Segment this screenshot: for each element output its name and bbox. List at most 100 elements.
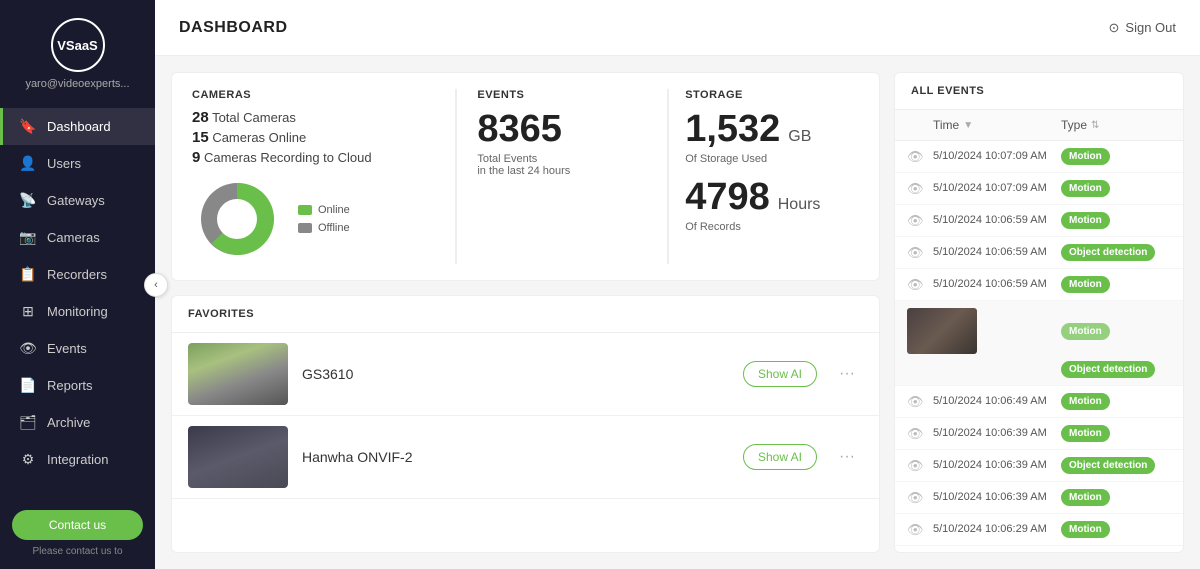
sidebar-item-recorders[interactable]: 📋 Recorders <box>0 256 155 293</box>
stats-row: CAMERAS 28 Total Cameras 15 Cameras Onli… <box>171 72 880 281</box>
favorite-thumb-0 <box>188 343 288 405</box>
events-stat-label: EVENTS <box>477 89 651 101</box>
sidebar-item-archive[interactable]: 🗂 Archive <box>0 404 155 441</box>
records-unit: Hours <box>778 196 821 214</box>
sort-icon[interactable]: ▼ <box>963 120 973 131</box>
recording-cameras: 9 Cameras Recording to Cloud <box>192 149 435 166</box>
sidebar: VSaaS yaro@videoexperts... 🔖 Dashboard 👤… <box>0 0 155 569</box>
topbar: DASHBOARD ⊙ Sign Out <box>155 0 1200 56</box>
reports-icon: 📄 <box>19 377 37 394</box>
cameras-icon: 📷 <box>19 229 37 246</box>
sidebar-item-events[interactable]: 👁 Events <box>0 330 155 367</box>
events-big-number: 8365 <box>477 109 651 151</box>
time-column-header: Time ▼ <box>933 118 1061 132</box>
logo: VSaaS <box>51 18 105 72</box>
sidebar-label-integration: Integration <box>47 452 108 467</box>
event-row-4: 👁 5/10/2024 10:06:59 AM Motion <box>895 269 1183 301</box>
legend-online: Online <box>298 204 350 216</box>
signout-button[interactable]: ⊙ Sign Out <box>1109 20 1177 36</box>
event-time-6: 5/10/2024 10:06:49 AM <box>933 394 1061 409</box>
eye-icon-0[interactable]: 👁 <box>907 149 933 165</box>
show-ai-button-0[interactable]: Show AI <box>743 361 817 387</box>
eye-icon-2[interactable]: 👁 <box>907 213 933 229</box>
gateways-icon: 📡 <box>19 192 37 209</box>
signout-label: Sign Out <box>1125 20 1176 35</box>
event-row-1: 👁 5/10/2024 10:07:09 AM Motion <box>895 173 1183 205</box>
online-cameras: 15 Cameras Online <box>192 129 435 146</box>
event-thumbnail-5 <box>907 308 977 354</box>
sidebar-label-events: Events <box>47 341 87 356</box>
legend-online-label: Online <box>318 204 350 216</box>
sidebar-item-gateways[interactable]: 📡 Gateways <box>0 182 155 219</box>
cameras-pie-chart <box>192 174 282 264</box>
event-type-8: Object detection <box>1061 457 1171 474</box>
sidebar-label-gateways: Gateways <box>47 193 105 208</box>
eye-icon-1[interactable]: 👁 <box>907 181 933 197</box>
event-type-1: Motion <box>1061 180 1171 197</box>
eye-icon-7[interactable]: 👁 <box>907 426 933 442</box>
sidebar-item-users[interactable]: 👤 Users <box>0 145 155 182</box>
page-title: DASHBOARD <box>179 19 288 37</box>
event-time-4: 5/10/2024 10:06:59 AM <box>933 277 1061 292</box>
storage-sub: Of Storage Used <box>685 153 859 165</box>
sidebar-label-reports: Reports <box>47 378 93 393</box>
left-panel: CAMERAS 28 Total Cameras 15 Cameras Onli… <box>171 72 880 553</box>
favorite-name-0: GS3610 <box>302 366 729 382</box>
eye-icon-3[interactable]: 👁 <box>907 245 933 261</box>
sidebar-item-dashboard[interactable]: 🔖 Dashboard <box>0 108 155 145</box>
sidebar-label-users: Users <box>47 156 81 171</box>
event-row-5: Motion Object detection <box>895 301 1183 386</box>
sidebar-logo: VSaaS yaro@videoexperts... <box>0 0 155 100</box>
event-time-9: 5/10/2024 10:06:39 AM <box>933 490 1061 505</box>
sidebar-label-recorders: Recorders <box>47 267 107 282</box>
more-options-button-0[interactable]: ··· <box>831 361 863 387</box>
event-type-2: Motion <box>1061 212 1171 229</box>
users-icon: 👤 <box>19 155 37 172</box>
records-number: 4798 <box>685 177 770 219</box>
events-table-header: Time ▼ Type ⇅ <box>895 110 1183 141</box>
event-type-7: Motion <box>1061 425 1171 442</box>
legend-offline-label: Offline <box>318 222 350 234</box>
sidebar-label-archive: Archive <box>47 415 90 430</box>
content-area: CAMERAS 28 Total Cameras 15 Cameras Onli… <box>155 56 1200 569</box>
eye-icon-6[interactable]: 👁 <box>907 394 933 410</box>
event-type-10: Motion <box>1061 521 1171 538</box>
event-row-2: 👁 5/10/2024 10:06:59 AM Motion <box>895 205 1183 237</box>
storage-unit: GB <box>788 128 811 146</box>
cameras-stat: CAMERAS 28 Total Cameras 15 Cameras Onli… <box>192 89 456 264</box>
sidebar-nav: 🔖 Dashboard 👤 Users 📡 Gateways 📷 Cameras… <box>0 100 155 498</box>
event-time-3: 5/10/2024 10:06:59 AM <box>933 245 1061 260</box>
main-content: DASHBOARD ⊙ Sign Out CAMERAS 28 Total Ca… <box>155 0 1200 569</box>
type-column-header: Type ⇅ <box>1061 118 1171 132</box>
sidebar-item-integration[interactable]: ⚙ Integration <box>0 441 155 478</box>
favorite-name-1: Hanwha ONVIF-2 <box>302 449 729 465</box>
user-email: yaro@videoexperts... <box>25 78 129 90</box>
events-list: 👁 5/10/2024 10:07:09 AM Motion 👁 5/10/20… <box>895 141 1183 552</box>
all-events-header: ALL EVENTS <box>895 73 1183 110</box>
eye-icon-9[interactable]: 👁 <box>907 490 933 506</box>
type-sort-icon[interactable]: ⇅ <box>1091 120 1099 131</box>
sidebar-item-reports[interactable]: 📄 Reports <box>0 367 155 404</box>
sidebar-label-cameras: Cameras <box>47 230 100 245</box>
records-sub: Of Records <box>685 221 859 233</box>
event-row-9: 👁 5/10/2024 10:06:39 AM Motion <box>895 482 1183 514</box>
cameras-legend: Online Offline <box>298 204 350 234</box>
eye-icon-8[interactable]: 👁 <box>907 458 933 474</box>
legend-offline: Offline <box>298 222 350 234</box>
sidebar-item-cameras[interactable]: 📷 Cameras <box>0 219 155 256</box>
recorders-icon: 📋 <box>19 266 37 283</box>
show-ai-button-1[interactable]: Show AI <box>743 444 817 470</box>
event-row-0: 👁 5/10/2024 10:07:09 AM Motion <box>895 141 1183 173</box>
event-type-5b: Object detection <box>1061 361 1171 378</box>
more-options-button-1[interactable]: ··· <box>831 444 863 470</box>
sidebar-collapse-button[interactable]: ‹ <box>144 273 168 297</box>
event-type-0: Motion <box>1061 148 1171 165</box>
eye-icon-10[interactable]: 👁 <box>907 522 933 538</box>
contact-button[interactable]: Contact us <box>12 510 143 540</box>
favorite-item-0: GS3610 Show AI ··· <box>172 333 879 416</box>
sidebar-item-monitoring[interactable]: ⊞ Monitoring <box>0 293 155 330</box>
total-cameras: 28 Total Cameras <box>192 109 435 126</box>
cameras-label: CAMERAS <box>192 89 435 101</box>
eye-icon-4[interactable]: 👁 <box>907 277 933 293</box>
sidebar-label-dashboard: Dashboard <box>47 119 111 134</box>
